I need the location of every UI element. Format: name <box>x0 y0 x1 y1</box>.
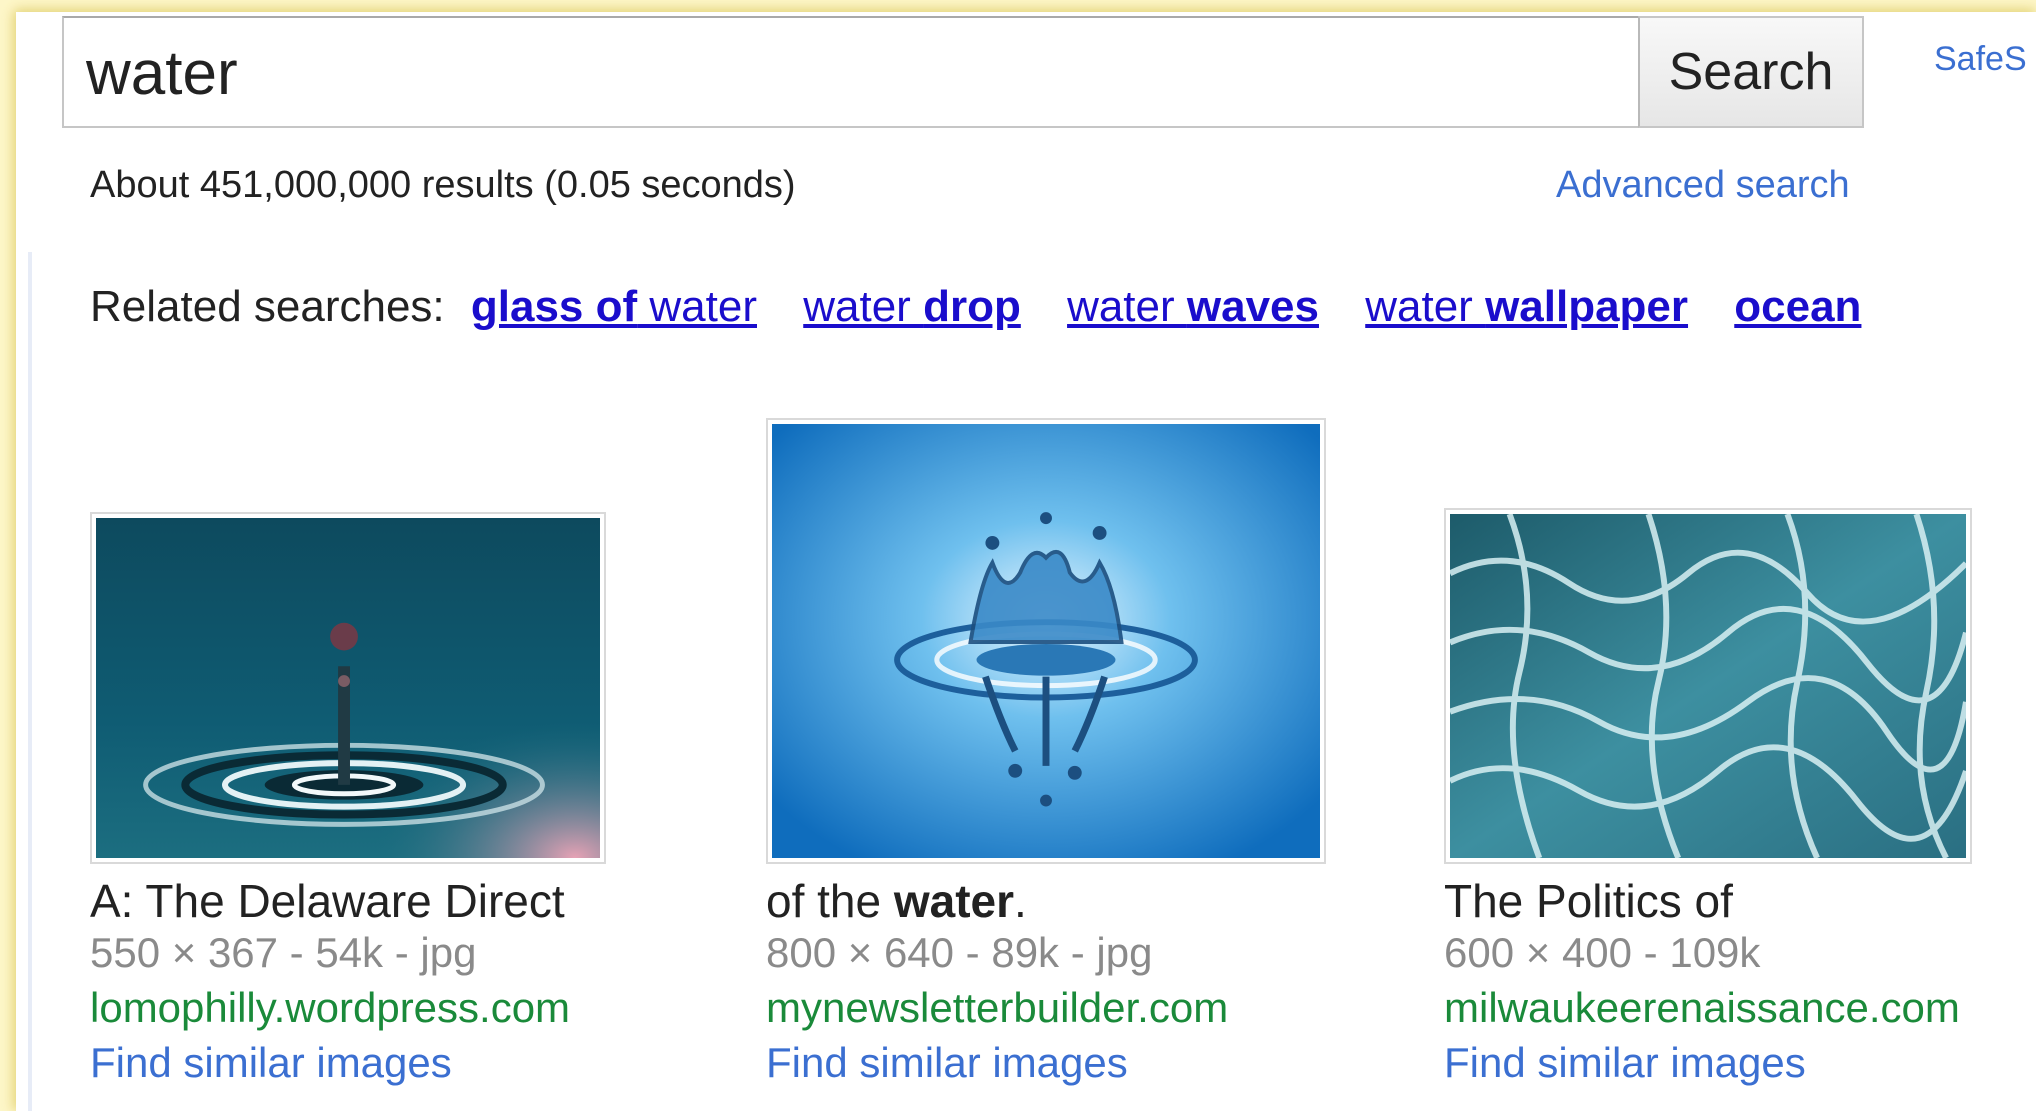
result-title[interactable]: of the water. <box>766 874 1027 928</box>
search-button[interactable]: Search <box>1638 16 1864 128</box>
result-domain: milwaukeerenaissance.com <box>1444 984 1960 1031</box>
safesearch-link[interactable]: SafeS <box>1934 40 2027 79</box>
related-link-ocean[interactable]: ocean <box>1734 282 1861 331</box>
pool-water-caustics-image[interactable] <box>1444 508 1972 864</box>
water-drop-ripple-image[interactable] <box>90 512 606 864</box>
result-meta: 800 × 640 - 89k - jpg <box>766 929 1153 976</box>
related-searches: Related searches: glass of water water d… <box>90 282 1895 332</box>
search-box[interactable] <box>62 16 1654 128</box>
related-link-water-wallpaper[interactable]: water wallpaper <box>1365 282 1688 331</box>
find-similar-link[interactable]: Find similar images <box>1444 1039 1806 1087</box>
search-input[interactable] <box>86 30 1586 116</box>
result-meta: 550 × 367 - 54k - jpg <box>90 929 477 976</box>
result-domain: lomophilly.wordpress.com <box>90 984 571 1031</box>
result-title[interactable]: A: The Delaware Direct <box>90 874 565 928</box>
related-searches-label: Related searches: <box>90 282 445 331</box>
find-similar-link[interactable]: Find similar images <box>766 1039 1128 1087</box>
result-title[interactable]: The Politics of <box>1444 874 1733 928</box>
water-splash-crown-image[interactable] <box>766 418 1326 864</box>
related-link-water-drop[interactable]: water drop <box>803 282 1021 331</box>
search-results-page: Search SafeS About 451,000,000 results (… <box>16 12 2036 1111</box>
result-stats: About 451,000,000 results (0.05 seconds) <box>90 164 796 206</box>
related-link-glass-of-water[interactable]: glass of water <box>471 282 757 331</box>
advanced-search-link[interactable]: Advanced search <box>1556 164 1850 207</box>
related-link-water-waves[interactable]: water waves <box>1067 282 1319 331</box>
result-domain: mynewsletterbuilder.com <box>766 984 1229 1031</box>
find-similar-link[interactable]: Find similar images <box>90 1039 452 1087</box>
left-divider <box>28 252 32 1111</box>
result-meta: 600 × 400 - 109k <box>1444 929 1761 976</box>
